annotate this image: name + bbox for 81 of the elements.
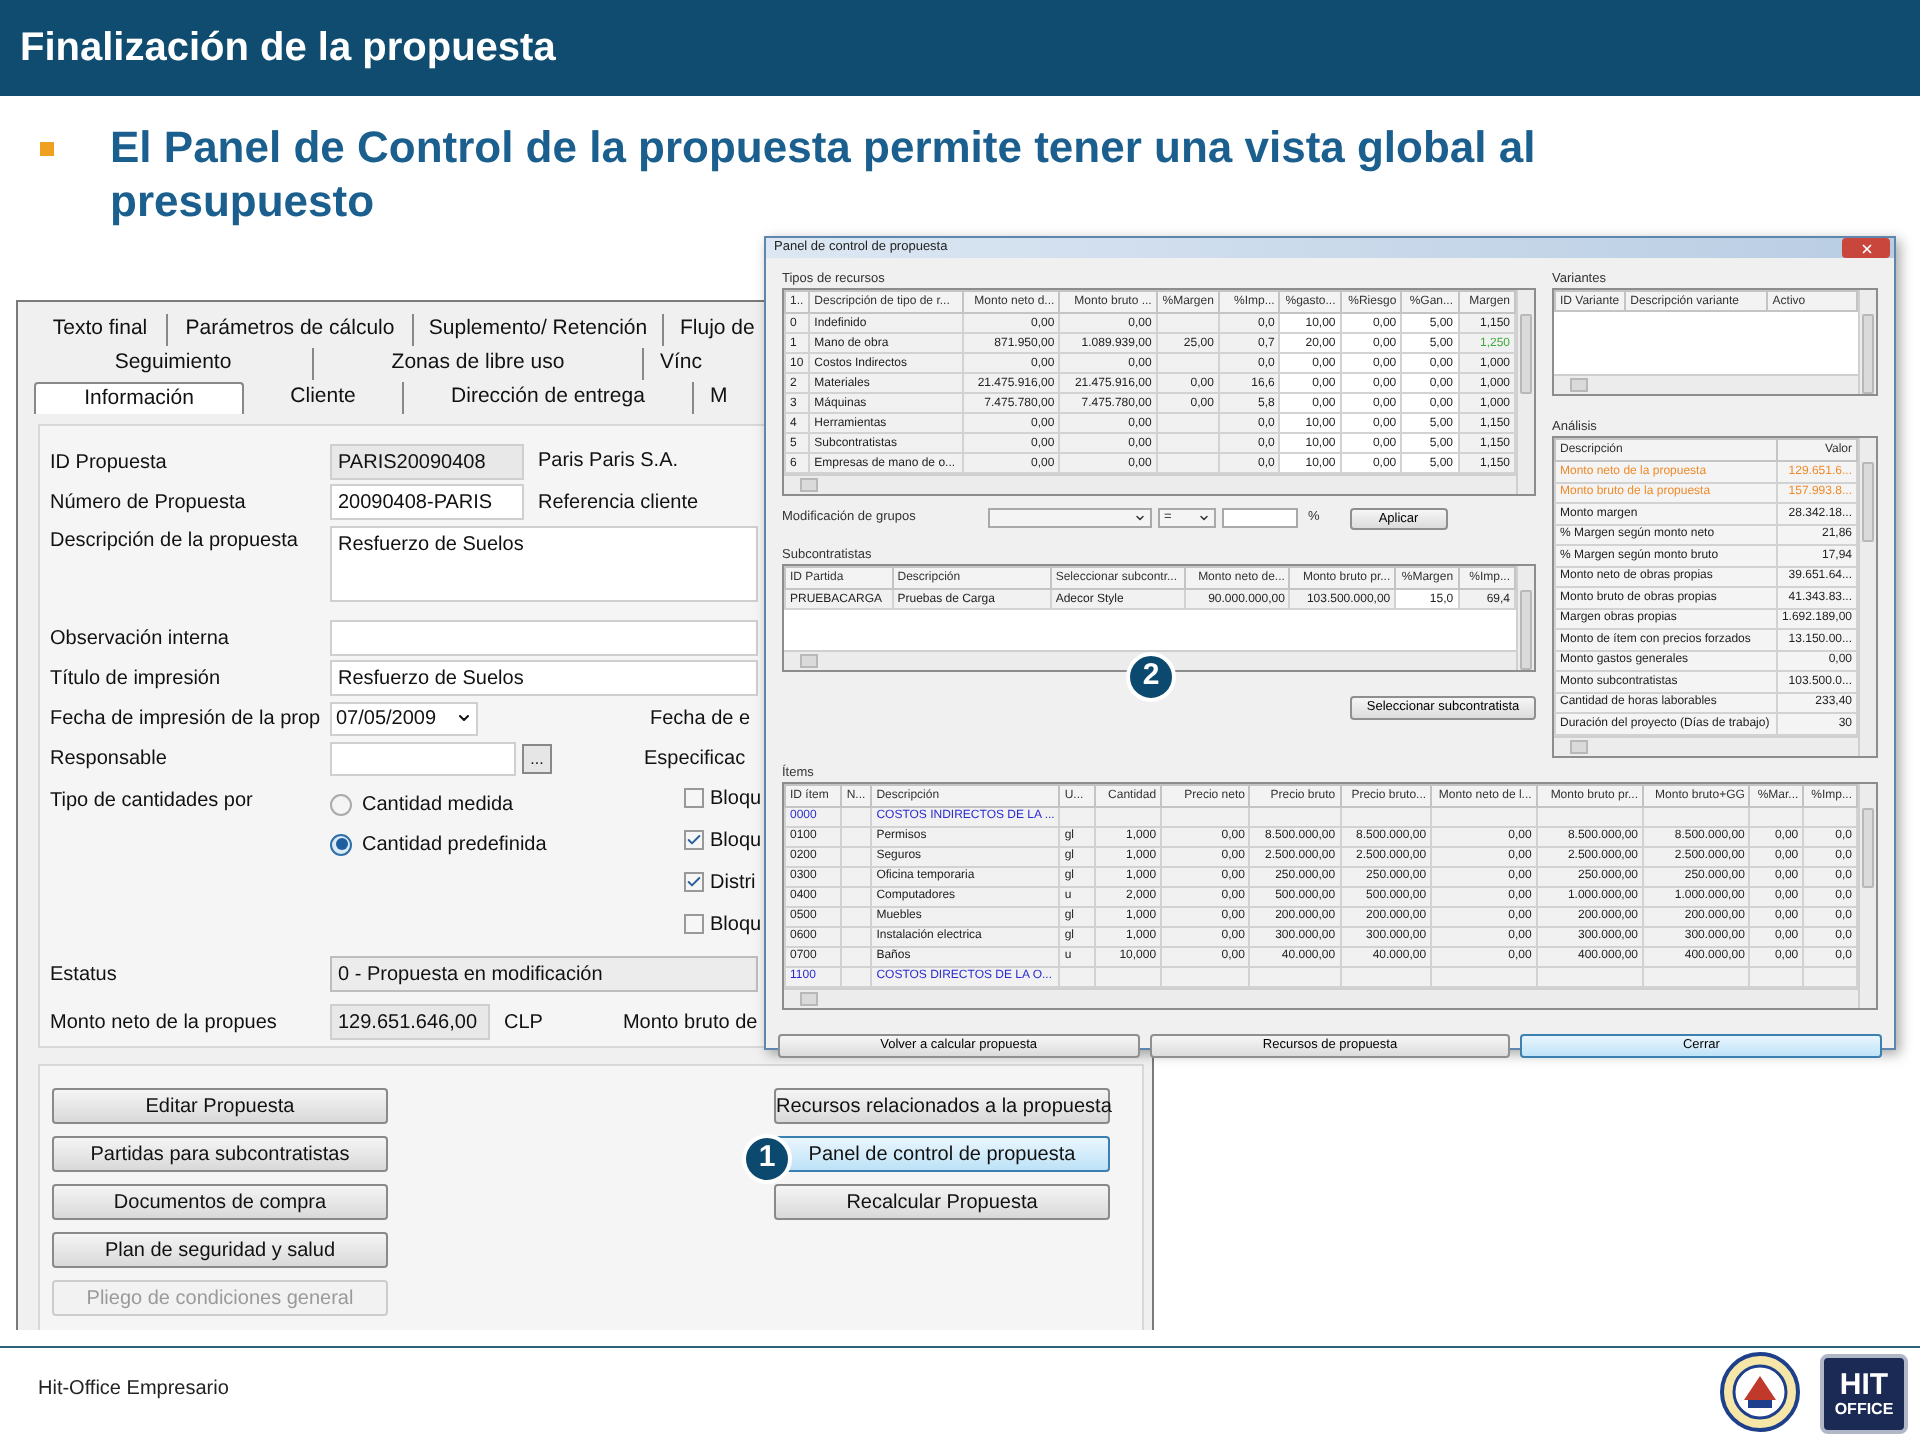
tab[interactable]: Flujo de: [664, 314, 768, 346]
action-button[interactable]: Panel de control de propuesta: [774, 1136, 1110, 1172]
field-label: Número de Propuesta: [50, 489, 248, 517]
horizontal-scrollbar[interactable]: [1554, 735, 1858, 755]
vertical-scrollbar[interactable]: [1516, 290, 1534, 494]
action-button[interactable]: Plan de seguridad y salud: [52, 1232, 388, 1268]
print-title-field[interactable]: Resfuerzo de Suelos: [330, 660, 758, 696]
vertical-scrollbar[interactable]: [1858, 290, 1876, 394]
caret-icon: [456, 710, 472, 726]
status-dropdown[interactable]: 0 - Propuesta en modificación: [330, 956, 758, 992]
bullet-icon: [40, 142, 54, 156]
checkbox[interactable]: [684, 830, 704, 850]
field-label: Paris Paris S.A.: [538, 448, 679, 476]
field-label: Estatus: [50, 961, 119, 989]
vertical-scrollbar[interactable]: [1858, 438, 1876, 755]
option-label: Bloqu: [710, 827, 762, 855]
option-label: Bloqu: [710, 911, 762, 939]
action-button[interactable]: Recalcular Propuesta: [774, 1184, 1110, 1220]
tab[interactable]: M: [694, 382, 754, 414]
tab[interactable]: Zonas de libre uso: [314, 348, 644, 380]
field-label: Fecha de e: [650, 705, 751, 733]
field-label: Observación interna: [50, 625, 231, 653]
checkbox[interactable]: [684, 788, 704, 808]
vertical-scrollbar[interactable]: [1516, 566, 1534, 670]
vertical-scrollbar[interactable]: [1858, 783, 1876, 1007]
description-field[interactable]: Resfuerzo de Suelos: [330, 526, 758, 602]
tab[interactable]: Texto final: [34, 314, 168, 346]
date-picker[interactable]: 07/05/2009: [330, 701, 478, 735]
horizontal-scrollbar[interactable]: [784, 474, 1516, 494]
action-button[interactable]: Documentos de compra: [52, 1184, 388, 1220]
caret-icon: [1134, 512, 1146, 524]
check-icon: [686, 874, 702, 890]
action-button[interactable]: Recursos relacionados a la propuesta: [774, 1088, 1110, 1124]
tab[interactable]: Cliente: [244, 382, 404, 414]
logo-text: HIT: [1839, 1370, 1889, 1400]
field-label: Referencia cliente: [538, 489, 699, 517]
field-label: ID Propuesta: [50, 449, 169, 477]
tab[interactable]: Parámetros de cálculo: [168, 314, 414, 346]
close-icon: [1859, 241, 1873, 255]
option-label: Cantidad predefinida: [362, 831, 547, 859]
amount-field[interactable]: 129.651.646,00: [330, 1004, 490, 1040]
responsible-field[interactable]: [330, 741, 516, 775]
horizontal-scrollbar[interactable]: [784, 987, 1858, 1007]
slide-title: Finalización de la propuesta: [20, 24, 556, 74]
seal-icon: [1720, 1352, 1800, 1432]
check-icon: [686, 832, 702, 848]
field-label: Monto neto de la propues: [50, 1009, 279, 1037]
option-label: Distri: [710, 869, 756, 897]
id-field[interactable]: PARIS20090408: [330, 444, 524, 480]
field-label: Tipo de cantidades por: [50, 788, 255, 816]
radio-button[interactable]: [330, 793, 352, 815]
checkbox[interactable]: [684, 872, 704, 892]
tab[interactable]: Vínc: [644, 348, 744, 380]
field-label: Título de impresión: [50, 665, 223, 693]
tab[interactable]: Información: [34, 382, 244, 414]
field-label: Fecha de impresión de la prop: [50, 705, 323, 733]
tab[interactable]: Suplemento/ Retención: [414, 314, 664, 346]
checkbox[interactable]: [684, 914, 704, 934]
logo-text: OFFICE: [1834, 1400, 1894, 1418]
footer-text: Hit-Office Empresario: [38, 1376, 229, 1404]
field-label: CLP: [504, 1009, 543, 1037]
tab[interactable]: Dirección de entrega: [404, 382, 694, 414]
close-button[interactable]: [1842, 238, 1890, 258]
bullet-text: El Panel de Control de la propuesta permite tener una vista global al presupuesto: [110, 120, 1538, 228]
field-label: Responsable: [50, 745, 169, 773]
field-label: Especificac: [644, 745, 746, 773]
action-button[interactable]: Partidas para subcontratistas: [52, 1136, 388, 1172]
field-label: Monto bruto de: [622, 1009, 758, 1037]
horizontal-scrollbar[interactable]: [1554, 374, 1858, 394]
option-label: Bloqu: [710, 785, 762, 813]
caret-icon: [1198, 512, 1210, 524]
field-label: Descripción de la propuesta: [50, 528, 300, 556]
note-field[interactable]: [330, 620, 758, 656]
browse-button[interactable]: ...: [522, 743, 552, 773]
percent-field[interactable]: [1222, 508, 1298, 528]
option-label: Cantidad medida: [362, 791, 514, 819]
tab[interactable]: Seguimiento: [34, 348, 314, 380]
action-button[interactable]: Editar Propuesta: [52, 1088, 388, 1124]
number-field[interactable]: 20090408-PARIS: [330, 484, 524, 520]
radio-button[interactable]: [330, 833, 352, 855]
dropdown[interactable]: [988, 508, 1152, 528]
